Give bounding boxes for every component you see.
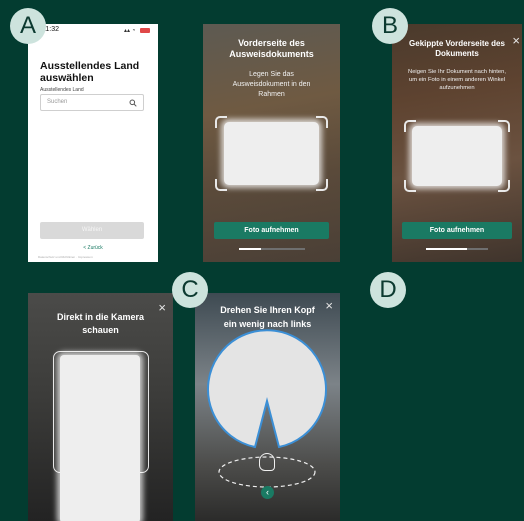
badge-b: B bbox=[372, 8, 408, 44]
head-turn-icon bbox=[259, 453, 275, 471]
badge-c: C bbox=[172, 272, 208, 308]
footer-links[interactable]: Datenschutz und Richtlinien · Impressum bbox=[38, 255, 93, 259]
screen-title: Direkt in die Kamera schauen bbox=[56, 312, 145, 335]
badge-d: D bbox=[370, 272, 406, 308]
screen-document-front: Vorderseite des Ausweisdokuments Legen S… bbox=[203, 24, 340, 262]
document-frame bbox=[215, 116, 328, 191]
progress-bar bbox=[426, 248, 488, 250]
screen-subtitle: Legen Sie das Ausweisdokument in den Rah… bbox=[232, 71, 311, 98]
search-icon[interactable] bbox=[129, 99, 137, 107]
screen-title: Vorderseite des Ausweisdokuments bbox=[229, 38, 314, 59]
progress-fill bbox=[426, 248, 467, 250]
progress-fill bbox=[239, 248, 261, 250]
face-outline bbox=[207, 329, 327, 449]
document-frame bbox=[404, 120, 510, 192]
take-photo-button[interactable]: Foto aufnehmen bbox=[402, 222, 512, 239]
progress-bar bbox=[239, 248, 305, 250]
badge-a: A bbox=[10, 8, 46, 44]
field-label: Ausstellendes Land bbox=[40, 87, 84, 93]
screen-country-select: 11:32 ▴▴ ◔ Ausstellendes Land auswählen … bbox=[28, 24, 158, 262]
blurred-document bbox=[224, 122, 319, 185]
screen-document-tilted: × Gekippte Vorderseite des Dokuments Nei… bbox=[392, 24, 522, 262]
search-placeholder: Suchen bbox=[47, 99, 68, 105]
wifi-icon: ▴▴ ◔ bbox=[124, 28, 136, 34]
take-photo-button[interactable]: Foto aufnehmen bbox=[214, 222, 329, 239]
screen-title: Gekippte Vorderseite des Dokuments bbox=[409, 39, 505, 58]
page-title: Ausstellendes Land auswählen bbox=[40, 60, 140, 84]
search-input[interactable]: Suchen bbox=[40, 94, 144, 111]
blurred-document bbox=[412, 126, 502, 186]
screen-face-front: × Direkt in die Kamera schauen bbox=[28, 293, 173, 521]
screen-face-turn: × Drehen Sie Ihren Kopf ein wenig nach l… bbox=[195, 293, 340, 521]
status-bar: 11:32 ▴▴ ◔ bbox=[28, 26, 158, 36]
choose-button[interactable]: Wählen bbox=[40, 222, 144, 239]
chevron-left-icon[interactable]: ‹ bbox=[261, 486, 274, 499]
screen-subtitle: Neigen Sie Ihr Dokument nach hinten, um … bbox=[408, 69, 506, 91]
battery-icon bbox=[140, 28, 150, 33]
back-link[interactable]: < Zurück bbox=[28, 245, 158, 251]
blurred-face bbox=[60, 355, 140, 521]
